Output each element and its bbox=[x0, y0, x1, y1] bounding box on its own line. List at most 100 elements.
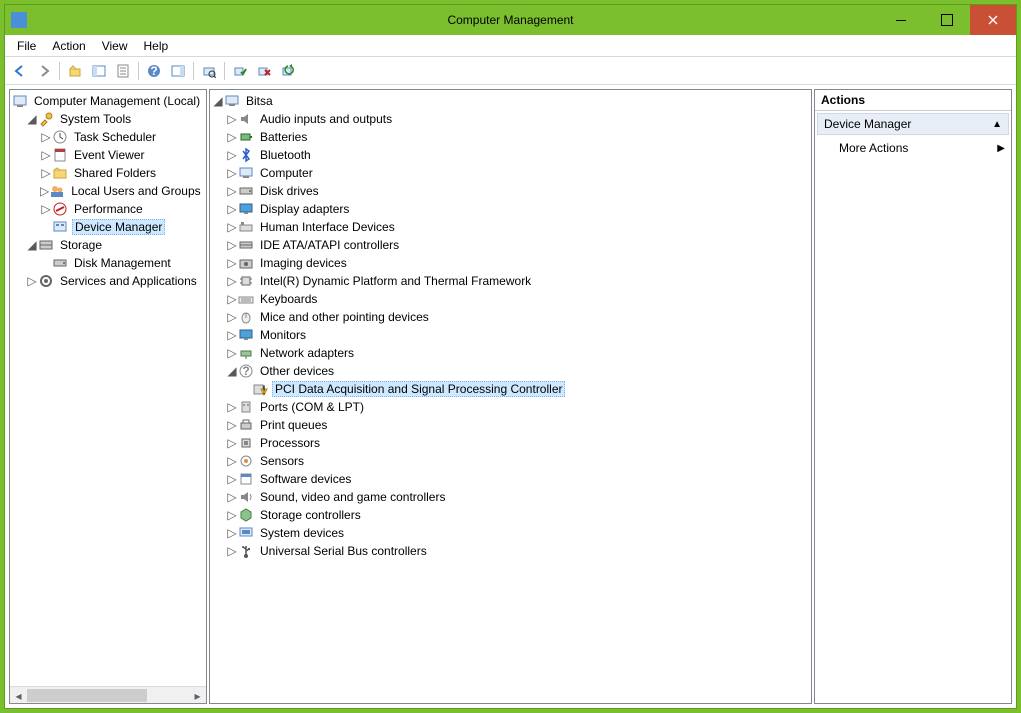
expand-icon[interactable]: ▷ bbox=[226, 166, 238, 180]
device-batteries[interactable]: ▷Batteries bbox=[212, 128, 811, 146]
expand-icon[interactable]: ▷ bbox=[40, 166, 52, 180]
back-button[interactable] bbox=[9, 60, 31, 82]
scroll-thumb[interactable] bbox=[27, 689, 147, 702]
tree-storage[interactable]: ◢ Storage bbox=[12, 236, 206, 254]
expand-icon[interactable]: ▷ bbox=[226, 526, 238, 540]
show-hide-tree-button[interactable] bbox=[88, 60, 110, 82]
expand-icon[interactable]: ▷ bbox=[26, 274, 38, 288]
scroll-left-button[interactable]: ◂ bbox=[10, 687, 27, 704]
expand-icon[interactable]: ▷ bbox=[226, 490, 238, 504]
device-other[interactable]: ◢?Other devices bbox=[212, 362, 811, 380]
expand-icon[interactable]: ▷ bbox=[226, 184, 238, 198]
device-audio[interactable]: ▷Audio inputs and outputs bbox=[212, 110, 811, 128]
tree-device-manager[interactable]: Device Manager bbox=[12, 218, 206, 236]
device-processors[interactable]: ▷Processors bbox=[212, 434, 811, 452]
more-actions-item[interactable]: More Actions ▶ bbox=[815, 137, 1011, 159]
expand-icon[interactable]: ▷ bbox=[226, 256, 238, 270]
device-ide[interactable]: ▷IDE ATA/ATAPI controllers bbox=[212, 236, 811, 254]
device-bluetooth[interactable]: ▷Bluetooth bbox=[212, 146, 811, 164]
expand-icon[interactable]: ▷ bbox=[226, 436, 238, 450]
device-pci[interactable]: !PCI Data Acquisition and Signal Process… bbox=[212, 380, 811, 398]
menu-view[interactable]: View bbox=[94, 37, 136, 55]
device-label: Print queues bbox=[258, 418, 329, 432]
expand-icon[interactable]: ▷ bbox=[226, 418, 238, 432]
tree-services-apps[interactable]: ▷ Services and Applications bbox=[12, 272, 206, 290]
expand-icon[interactable]: ▷ bbox=[226, 400, 238, 414]
menu-file[interactable]: File bbox=[9, 37, 44, 55]
expand-icon[interactable]: ▷ bbox=[226, 346, 238, 360]
tree-local-users[interactable]: ▷ Local Users and Groups bbox=[12, 182, 206, 200]
uninstall-device-button[interactable] bbox=[253, 60, 275, 82]
device-tree[interactable]: ◢ Bitsa ▷Audio inputs and outputs ▷Batte… bbox=[210, 90, 811, 703]
device-mice[interactable]: ▷Mice and other pointing devices bbox=[212, 308, 811, 326]
menu-action[interactable]: Action bbox=[44, 37, 93, 55]
device-computer[interactable]: ▷Computer bbox=[212, 164, 811, 182]
device-hid[interactable]: ▷Human Interface Devices bbox=[212, 218, 811, 236]
device-manager-icon bbox=[52, 219, 68, 235]
help-button[interactable]: ? bbox=[143, 60, 165, 82]
collapse-icon[interactable]: ◢ bbox=[26, 112, 38, 126]
expand-icon[interactable]: ▷ bbox=[226, 148, 238, 162]
device-software[interactable]: ▷Software devices bbox=[212, 470, 811, 488]
device-disk-drives[interactable]: ▷Disk drives bbox=[212, 182, 811, 200]
scan-hardware-button[interactable] bbox=[198, 60, 220, 82]
expand-icon[interactable]: ▷ bbox=[40, 148, 52, 162]
device-keyboards[interactable]: ▷Keyboards bbox=[212, 290, 811, 308]
storage-controller-icon bbox=[238, 507, 254, 523]
enable-device-button[interactable] bbox=[229, 60, 251, 82]
collapse-section-icon[interactable]: ▲ bbox=[992, 119, 1002, 130]
show-hide-action-button[interactable] bbox=[167, 60, 189, 82]
services-icon bbox=[38, 273, 54, 289]
expand-icon[interactable]: ▷ bbox=[226, 274, 238, 288]
expand-icon[interactable]: ▷ bbox=[226, 544, 238, 558]
device-ports[interactable]: ▷Ports (COM & LPT) bbox=[212, 398, 811, 416]
tree-event-viewer[interactable]: ▷ Event Viewer bbox=[12, 146, 206, 164]
menu-help[interactable]: Help bbox=[136, 37, 177, 55]
expand-icon[interactable]: ▷ bbox=[226, 130, 238, 144]
expand-icon[interactable]: ▷ bbox=[226, 220, 238, 234]
tree-system-tools[interactable]: ◢ System Tools bbox=[12, 110, 206, 128]
device-imaging[interactable]: ▷Imaging devices bbox=[212, 254, 811, 272]
device-print-queues[interactable]: ▷ Print queues bbox=[212, 416, 811, 434]
update-driver-button[interactable] bbox=[277, 60, 299, 82]
horizontal-scrollbar[interactable]: ◂ ▸ bbox=[10, 686, 206, 703]
actions-section[interactable]: Device Manager ▲ bbox=[817, 113, 1009, 135]
expand-icon[interactable]: ▷ bbox=[226, 472, 238, 486]
device-sensors[interactable]: ▷Sensors bbox=[212, 452, 811, 470]
expand-icon[interactable]: ▷ bbox=[226, 202, 238, 216]
expand-icon[interactable]: ▷ bbox=[226, 112, 238, 126]
properties-button[interactable] bbox=[112, 60, 134, 82]
device-display[interactable]: ▷Display adapters bbox=[212, 200, 811, 218]
device-sound[interactable]: ▷Sound, video and game controllers bbox=[212, 488, 811, 506]
collapse-icon[interactable]: ◢ bbox=[212, 94, 224, 108]
tree-disk-management[interactable]: Disk Management bbox=[12, 254, 206, 272]
device-network[interactable]: ▷Network adapters bbox=[212, 344, 811, 362]
device-root[interactable]: ◢ Bitsa bbox=[212, 92, 811, 110]
expand-icon[interactable]: ▷ bbox=[40, 202, 52, 216]
device-monitors[interactable]: ▷Monitors bbox=[212, 326, 811, 344]
device-system[interactable]: ▷System devices bbox=[212, 524, 811, 542]
tree-task-scheduler[interactable]: ▷ Task Scheduler bbox=[12, 128, 206, 146]
device-storage-ctrl[interactable]: ▷ Storage controllers bbox=[212, 506, 811, 524]
tree-root[interactable]: Computer Management (Local) bbox=[12, 92, 206, 110]
expand-icon[interactable]: ▷ bbox=[226, 454, 238, 468]
device-label: Storage controllers bbox=[258, 508, 363, 522]
expand-icon[interactable]: ▷ bbox=[226, 328, 238, 342]
device-usb[interactable]: ▷Universal Serial Bus controllers bbox=[212, 542, 811, 560]
forward-button[interactable] bbox=[33, 60, 55, 82]
scroll-right-button[interactable]: ▸ bbox=[189, 687, 206, 704]
expand-icon[interactable]: ▷ bbox=[226, 508, 238, 522]
expand-icon[interactable]: ▷ bbox=[40, 184, 49, 198]
expand-icon[interactable]: ▷ bbox=[226, 238, 238, 252]
expand-icon[interactable]: ▷ bbox=[226, 292, 238, 306]
expand-icon[interactable]: ▷ bbox=[40, 130, 52, 144]
collapse-icon[interactable]: ◢ bbox=[226, 364, 238, 378]
tree-shared-folders[interactable]: ▷ Shared Folders bbox=[12, 164, 206, 182]
tree-performance[interactable]: ▷ Performance bbox=[12, 200, 206, 218]
collapse-icon[interactable]: ◢ bbox=[26, 238, 38, 252]
console-tree[interactable]: Computer Management (Local) ◢ System Too… bbox=[10, 90, 206, 686]
device-intel[interactable]: ▷Intel(R) Dynamic Platform and Thermal F… bbox=[212, 272, 811, 290]
up-button[interactable] bbox=[64, 60, 86, 82]
expand-icon[interactable]: ▷ bbox=[226, 310, 238, 324]
device-label: Other devices bbox=[258, 364, 336, 378]
